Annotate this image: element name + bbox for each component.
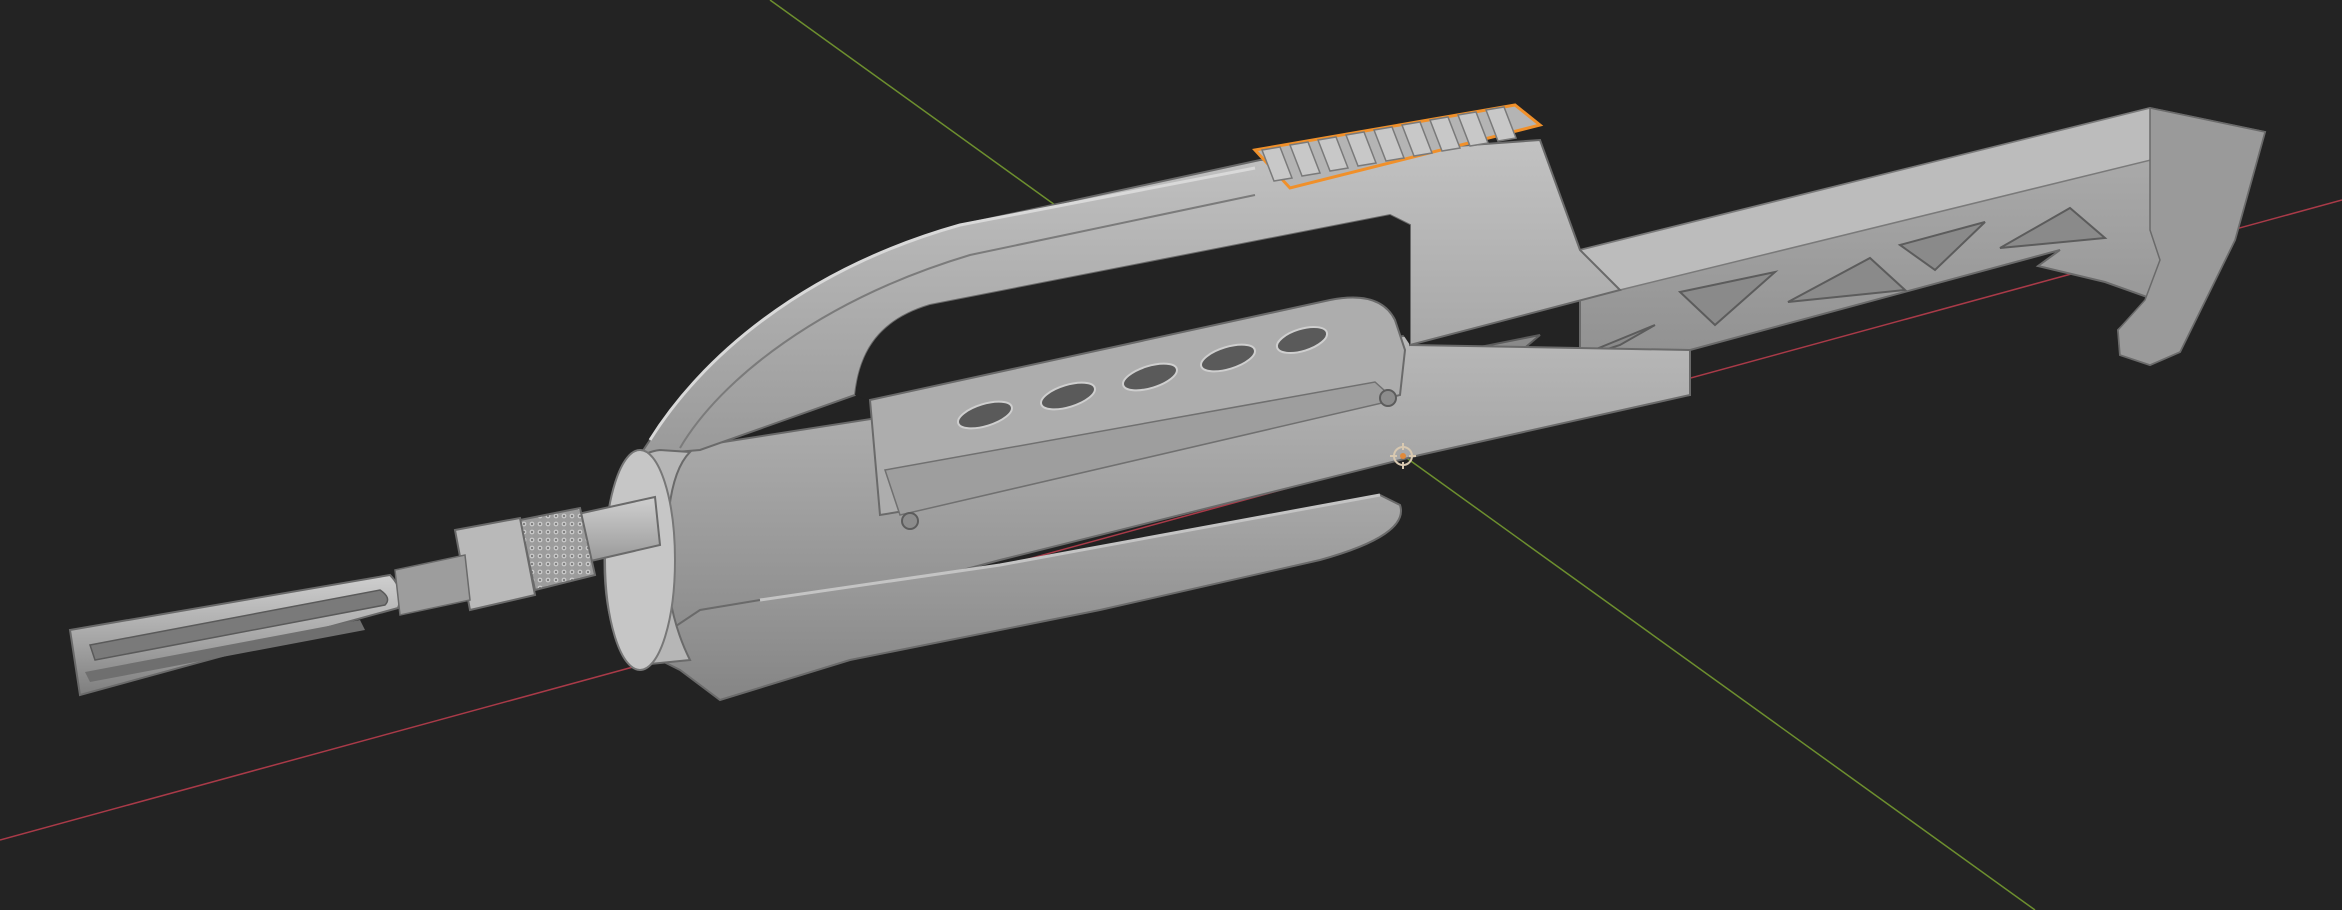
muzzle-connector bbox=[394, 554, 471, 616]
3d-viewport[interactable] bbox=[0, 0, 2342, 910]
front-cap-face bbox=[604, 449, 676, 671]
viewport-canvas[interactable] bbox=[0, 0, 2342, 910]
flash-hider[interactable] bbox=[68, 573, 402, 697]
rifle-model[interactable] bbox=[68, 103, 2267, 702]
